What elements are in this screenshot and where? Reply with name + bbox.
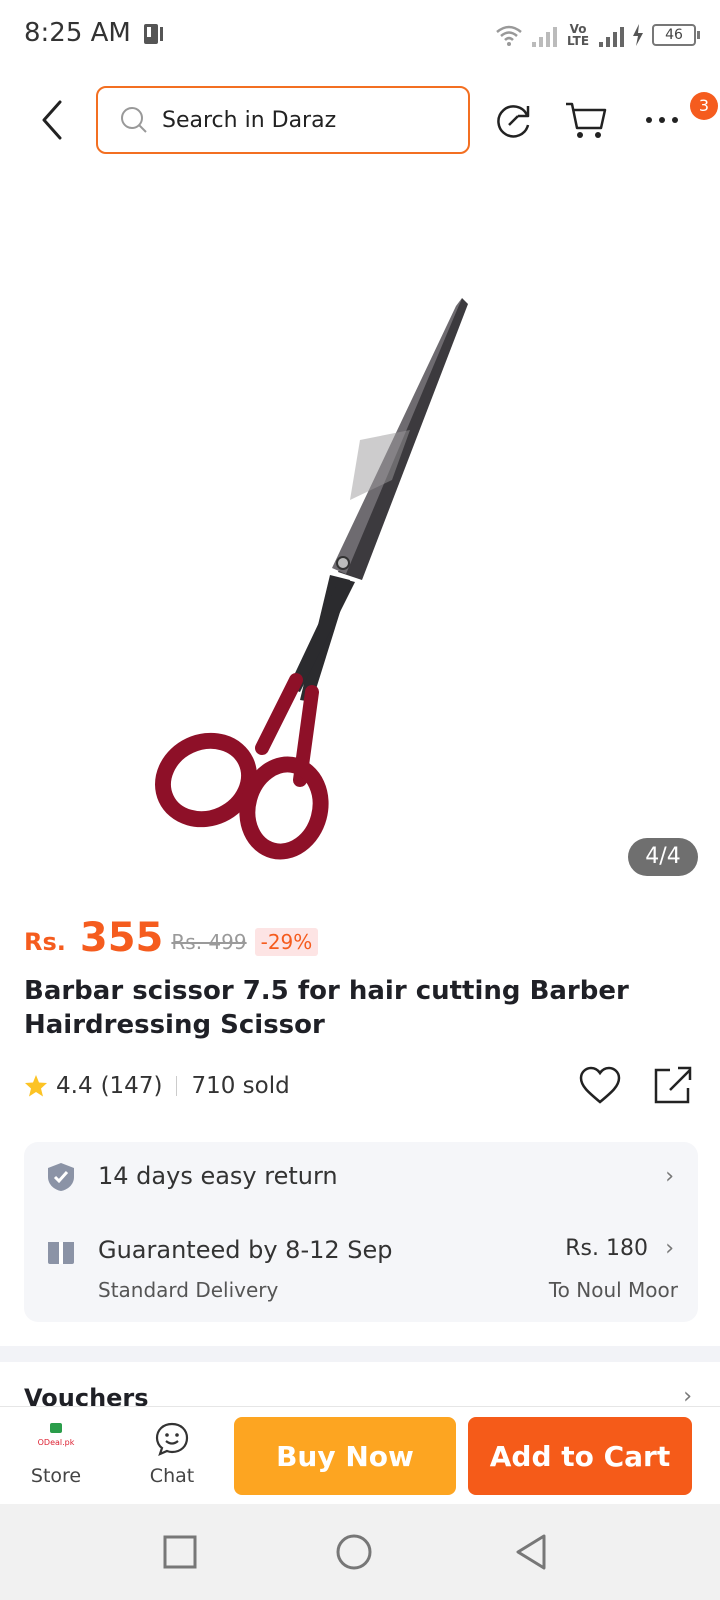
- signal-icon-2: [599, 23, 624, 47]
- rating-row[interactable]: 4.4 (147) 710 sold: [24, 1068, 290, 1104]
- cart-badge: 3: [690, 92, 718, 120]
- return-policy-row[interactable]: 14 days easy return ›: [24, 1142, 698, 1214]
- share-button[interactable]: [650, 1062, 696, 1108]
- bottom-action-bar: ODeal.pk Store Chat Buy Now Add to Cart: [0, 1406, 720, 1502]
- product-title: Barbar scissor 7.5 for hair cutting Barb…: [24, 976, 629, 1040]
- price-currency: Rs.: [24, 928, 66, 956]
- buy-now-button[interactable]: Buy Now: [234, 1417, 456, 1495]
- image-counter: 4/4: [628, 838, 698, 876]
- system-navigation-bar: [0, 1504, 720, 1600]
- top-header: Search in Daraz: [0, 84, 720, 156]
- scissor-image: [155, 298, 468, 860]
- chevron-right-icon: ›: [683, 1384, 692, 1406]
- wifi-icon: [496, 25, 522, 46]
- search-placeholder: Search in Daraz: [162, 107, 337, 133]
- signal-icon: [532, 23, 557, 47]
- battery-icon: 46: [652, 24, 700, 46]
- square-nav-icon[interactable]: [160, 1532, 200, 1572]
- chat-icon: [155, 1422, 189, 1456]
- triangle-back-nav-icon[interactable]: [512, 1532, 552, 1572]
- status-icons: Vo LTE 46: [494, 18, 700, 52]
- return-label: 14 days easy return: [98, 1162, 338, 1190]
- delivery-type: Standard Delivery: [98, 1278, 279, 1302]
- add-to-cart-button[interactable]: Add to Cart: [468, 1417, 692, 1495]
- cart-icon: [566, 102, 607, 138]
- price-row: Rs. 355 Rs. 499 -29%: [24, 912, 319, 961]
- chat-button[interactable]: Chat: [136, 1421, 208, 1491]
- product-image[interactable]: [0, 180, 720, 880]
- chevron-right-icon: ›: [665, 1164, 674, 1189]
- rating-value: 4.4: [56, 1073, 93, 1099]
- gift-box-icon: [48, 1242, 74, 1264]
- share-icon: [654, 1066, 692, 1104]
- volte-label: Vo LTE: [566, 22, 590, 48]
- status-time: 8:25 AM: [24, 18, 131, 48]
- store-button[interactable]: ODeal.pk Store: [20, 1421, 92, 1491]
- chat-label: Chat: [149, 1465, 195, 1487]
- wishlist-button[interactable]: [578, 1064, 622, 1108]
- heart-icon: [579, 1066, 621, 1104]
- cart-button[interactable]: [562, 96, 610, 144]
- original-price: Rs. 499: [171, 930, 247, 954]
- back-icon: [42, 100, 62, 140]
- delivery-row[interactable]: Guaranteed by 8-12 Sep Rs. 180 › Standar…: [24, 1214, 698, 1322]
- store-logo-text: ODeal.pk: [38, 1438, 75, 1447]
- sold-count: 710 sold: [191, 1073, 290, 1099]
- discount-badge: -29%: [254, 928, 319, 956]
- notification-icon: [144, 24, 163, 44]
- refresh-button[interactable]: [490, 96, 538, 144]
- delivery-fee: Rs. 180: [565, 1236, 648, 1261]
- more-button[interactable]: [638, 96, 686, 144]
- shield-check-icon: [48, 1163, 74, 1191]
- refresh-icon: [497, 105, 530, 138]
- search-icon: [121, 107, 147, 133]
- services-card: 14 days easy return › Guaranteed by 8-12…: [24, 1142, 698, 1322]
- store-label: Store: [30, 1465, 82, 1487]
- more-icon: [646, 117, 678, 123]
- section-divider: [0, 1346, 720, 1362]
- delivery-guarantee: Guaranteed by 8-12 Sep: [98, 1236, 393, 1264]
- store-icon: ODeal.pk: [38, 1423, 75, 1447]
- status-bar: 8:25 AM Vo LTE 46: [0, 0, 720, 72]
- search-input[interactable]: Search in Daraz: [96, 86, 470, 154]
- vouchers-section-title[interactable]: Vouchers: [24, 1384, 149, 1406]
- chevron-right-icon: ›: [665, 1236, 674, 1261]
- charging-icon: [633, 24, 643, 46]
- divider: [176, 1076, 178, 1096]
- circle-nav-icon[interactable]: [334, 1532, 374, 1572]
- star-icon: [25, 1075, 47, 1097]
- back-button[interactable]: [28, 94, 76, 146]
- price-value: 355: [79, 915, 164, 961]
- delivery-destination: To Noul Moor: [548, 1278, 678, 1302]
- review-count: (147): [100, 1073, 163, 1099]
